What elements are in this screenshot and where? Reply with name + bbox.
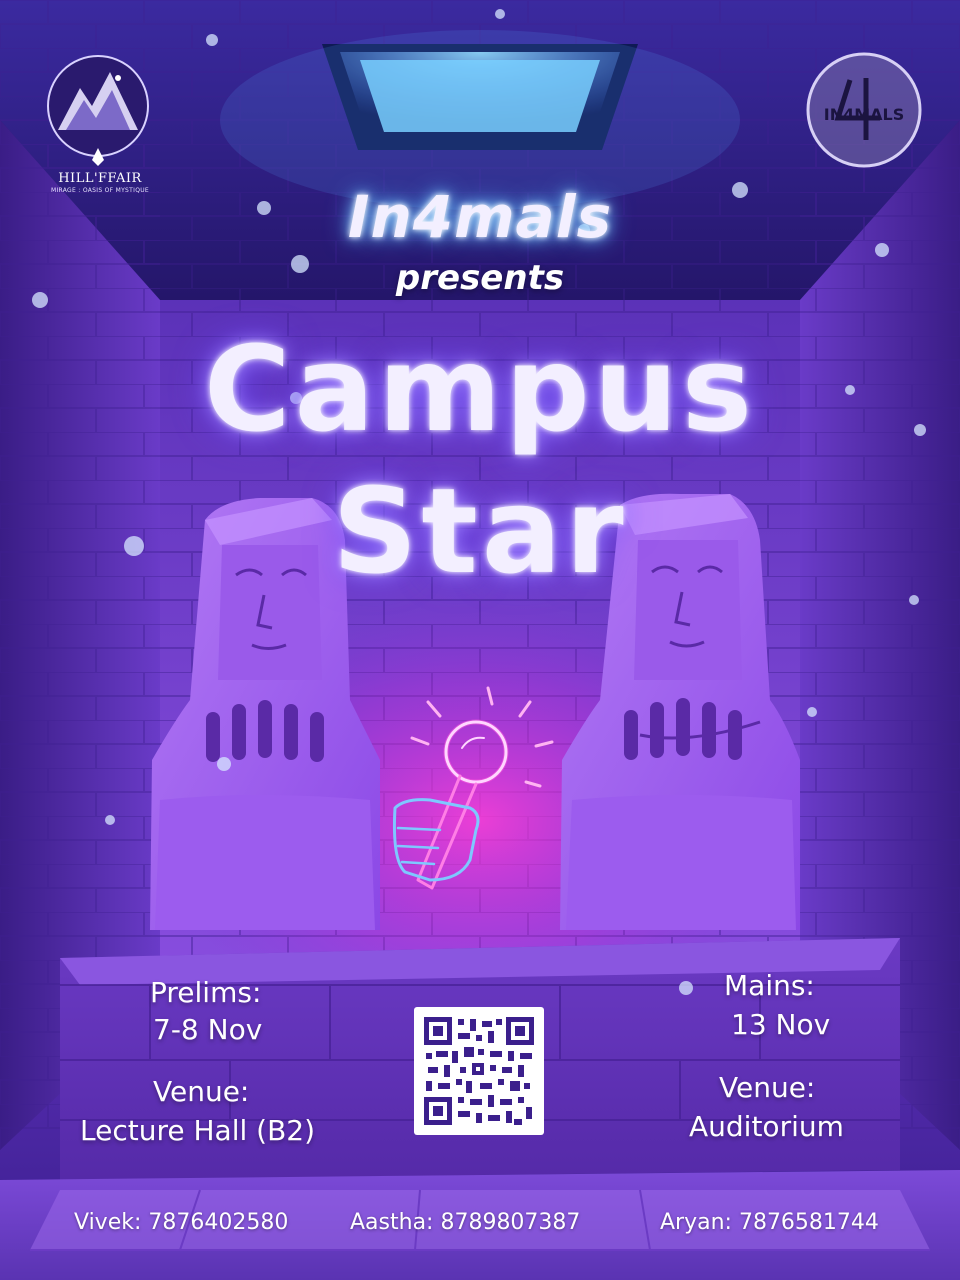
presents-text: presents xyxy=(395,258,565,298)
prelims-venue-label: Venue: xyxy=(153,1075,250,1108)
organizer-brand: In4mals xyxy=(347,183,613,251)
mains-label: Mains: xyxy=(724,969,815,1002)
in4mals-badge-icon: IN4MALS xyxy=(806,52,922,168)
event-poster: IN4MALS HILL'FFAIR MIRAGE : OASIS OF MYS… xyxy=(0,0,960,1280)
event-title-line1: Campus xyxy=(204,320,756,458)
mains-venue-label: Venue: xyxy=(719,1071,816,1104)
prelims-label: Prelims: xyxy=(150,976,262,1009)
contact-aastha: Aastha: 8789807387 xyxy=(350,1210,581,1235)
mains-venue: Auditorium xyxy=(689,1110,844,1143)
contact-vivek: Vivek: 7876402580 xyxy=(74,1210,289,1235)
qr-code-icon[interactable] xyxy=(414,1007,544,1135)
event-title-line2: Star xyxy=(332,462,628,600)
contact-aryan: Aryan: 7876581744 xyxy=(660,1210,879,1235)
prelims-date: 7-8 Nov xyxy=(153,1013,263,1046)
prelims-venue: Lecture Hall (B2) xyxy=(80,1114,316,1147)
mains-date: 13 Nov xyxy=(731,1008,831,1041)
